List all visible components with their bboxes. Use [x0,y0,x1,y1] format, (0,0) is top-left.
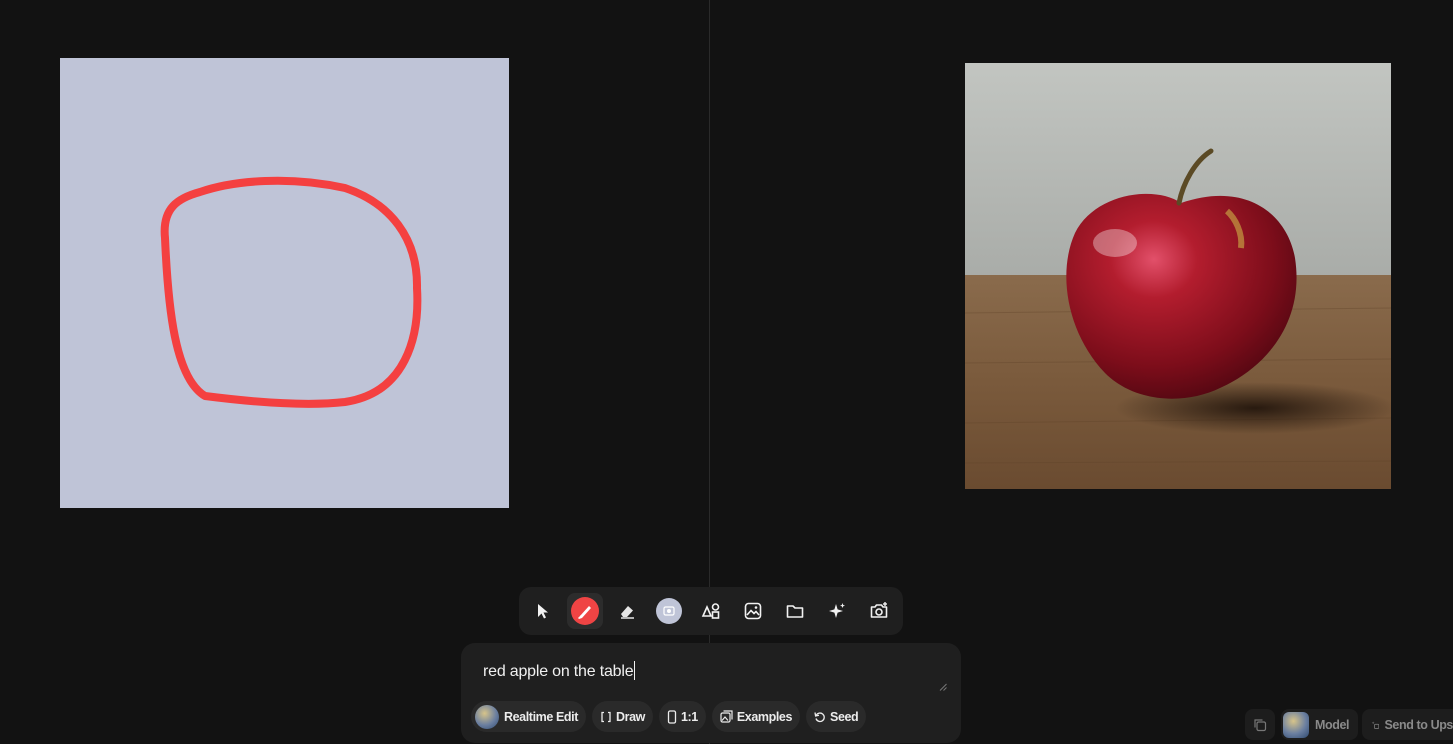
brush-tool[interactable] [567,593,603,629]
app-root: red apple on the table Realtime Edit Dra… [0,0,1453,744]
upscale-icon [1371,720,1380,729]
realtime-edit-label: Realtime Edit [504,709,578,724]
sketch-stroke [160,176,422,408]
drawing-canvas[interactable] [60,58,509,508]
model-avatar [475,704,499,729]
shapes-tool[interactable] [693,593,729,629]
sparkles-icon [829,603,845,618]
camera-tool[interactable] [861,593,897,629]
prompt-options: Realtime Edit Draw 1:1 Examples Seed [471,701,867,732]
image-tool[interactable] [735,593,771,629]
shapes-icon [701,603,720,619]
portrait-icon [667,709,677,724]
generated-image [965,63,1391,489]
gallery-icon [720,710,733,723]
resize-handle-icon[interactable] [939,683,947,691]
select-tool[interactable] [525,593,561,629]
brush-icon [571,597,599,625]
realtime-edit-button[interactable]: Realtime Edit [471,701,586,732]
draw-button[interactable]: Draw [592,701,653,732]
folder-tool[interactable] [777,593,813,629]
tool-palette [519,587,903,635]
prompt-input[interactable]: red apple on the table [483,661,636,681]
eraser-tool[interactable] [609,593,645,629]
eraser-icon [621,606,634,619]
refresh-icon [814,711,825,722]
color-picker-tool[interactable] [651,593,687,629]
ai-enhance-tool[interactable] [819,593,855,629]
draw-label: Draw [616,709,645,724]
send-label: Send to Ups [1384,717,1453,732]
examples-label: Examples [736,709,793,724]
model-thumbnail [1283,711,1309,738]
brackets-icon [601,711,611,722]
aspect-ratio-label: 1:1 [680,709,698,724]
image-icon [744,602,762,620]
copy-icon [1254,718,1267,731]
seed-button[interactable]: Seed [806,701,867,732]
text-caret [634,661,636,680]
examples-button[interactable]: Examples [711,701,801,732]
send-to-upscale-button[interactable]: Send to Ups [1362,709,1453,740]
copy-button[interactable] [1245,709,1275,740]
model-button[interactable]: Model [1281,709,1358,740]
prompt-text: red apple on the table [483,663,634,680]
cursor-icon [538,604,548,619]
color-swatch-icon [656,598,682,624]
aspect-ratio-button[interactable]: 1:1 [658,701,706,732]
seed-label: Seed [830,709,859,724]
model-label: Model [1315,717,1350,732]
prompt-panel: red apple on the table Realtime Edit Dra… [461,643,961,743]
folder-icon [786,605,804,618]
camera-icon [870,602,888,618]
